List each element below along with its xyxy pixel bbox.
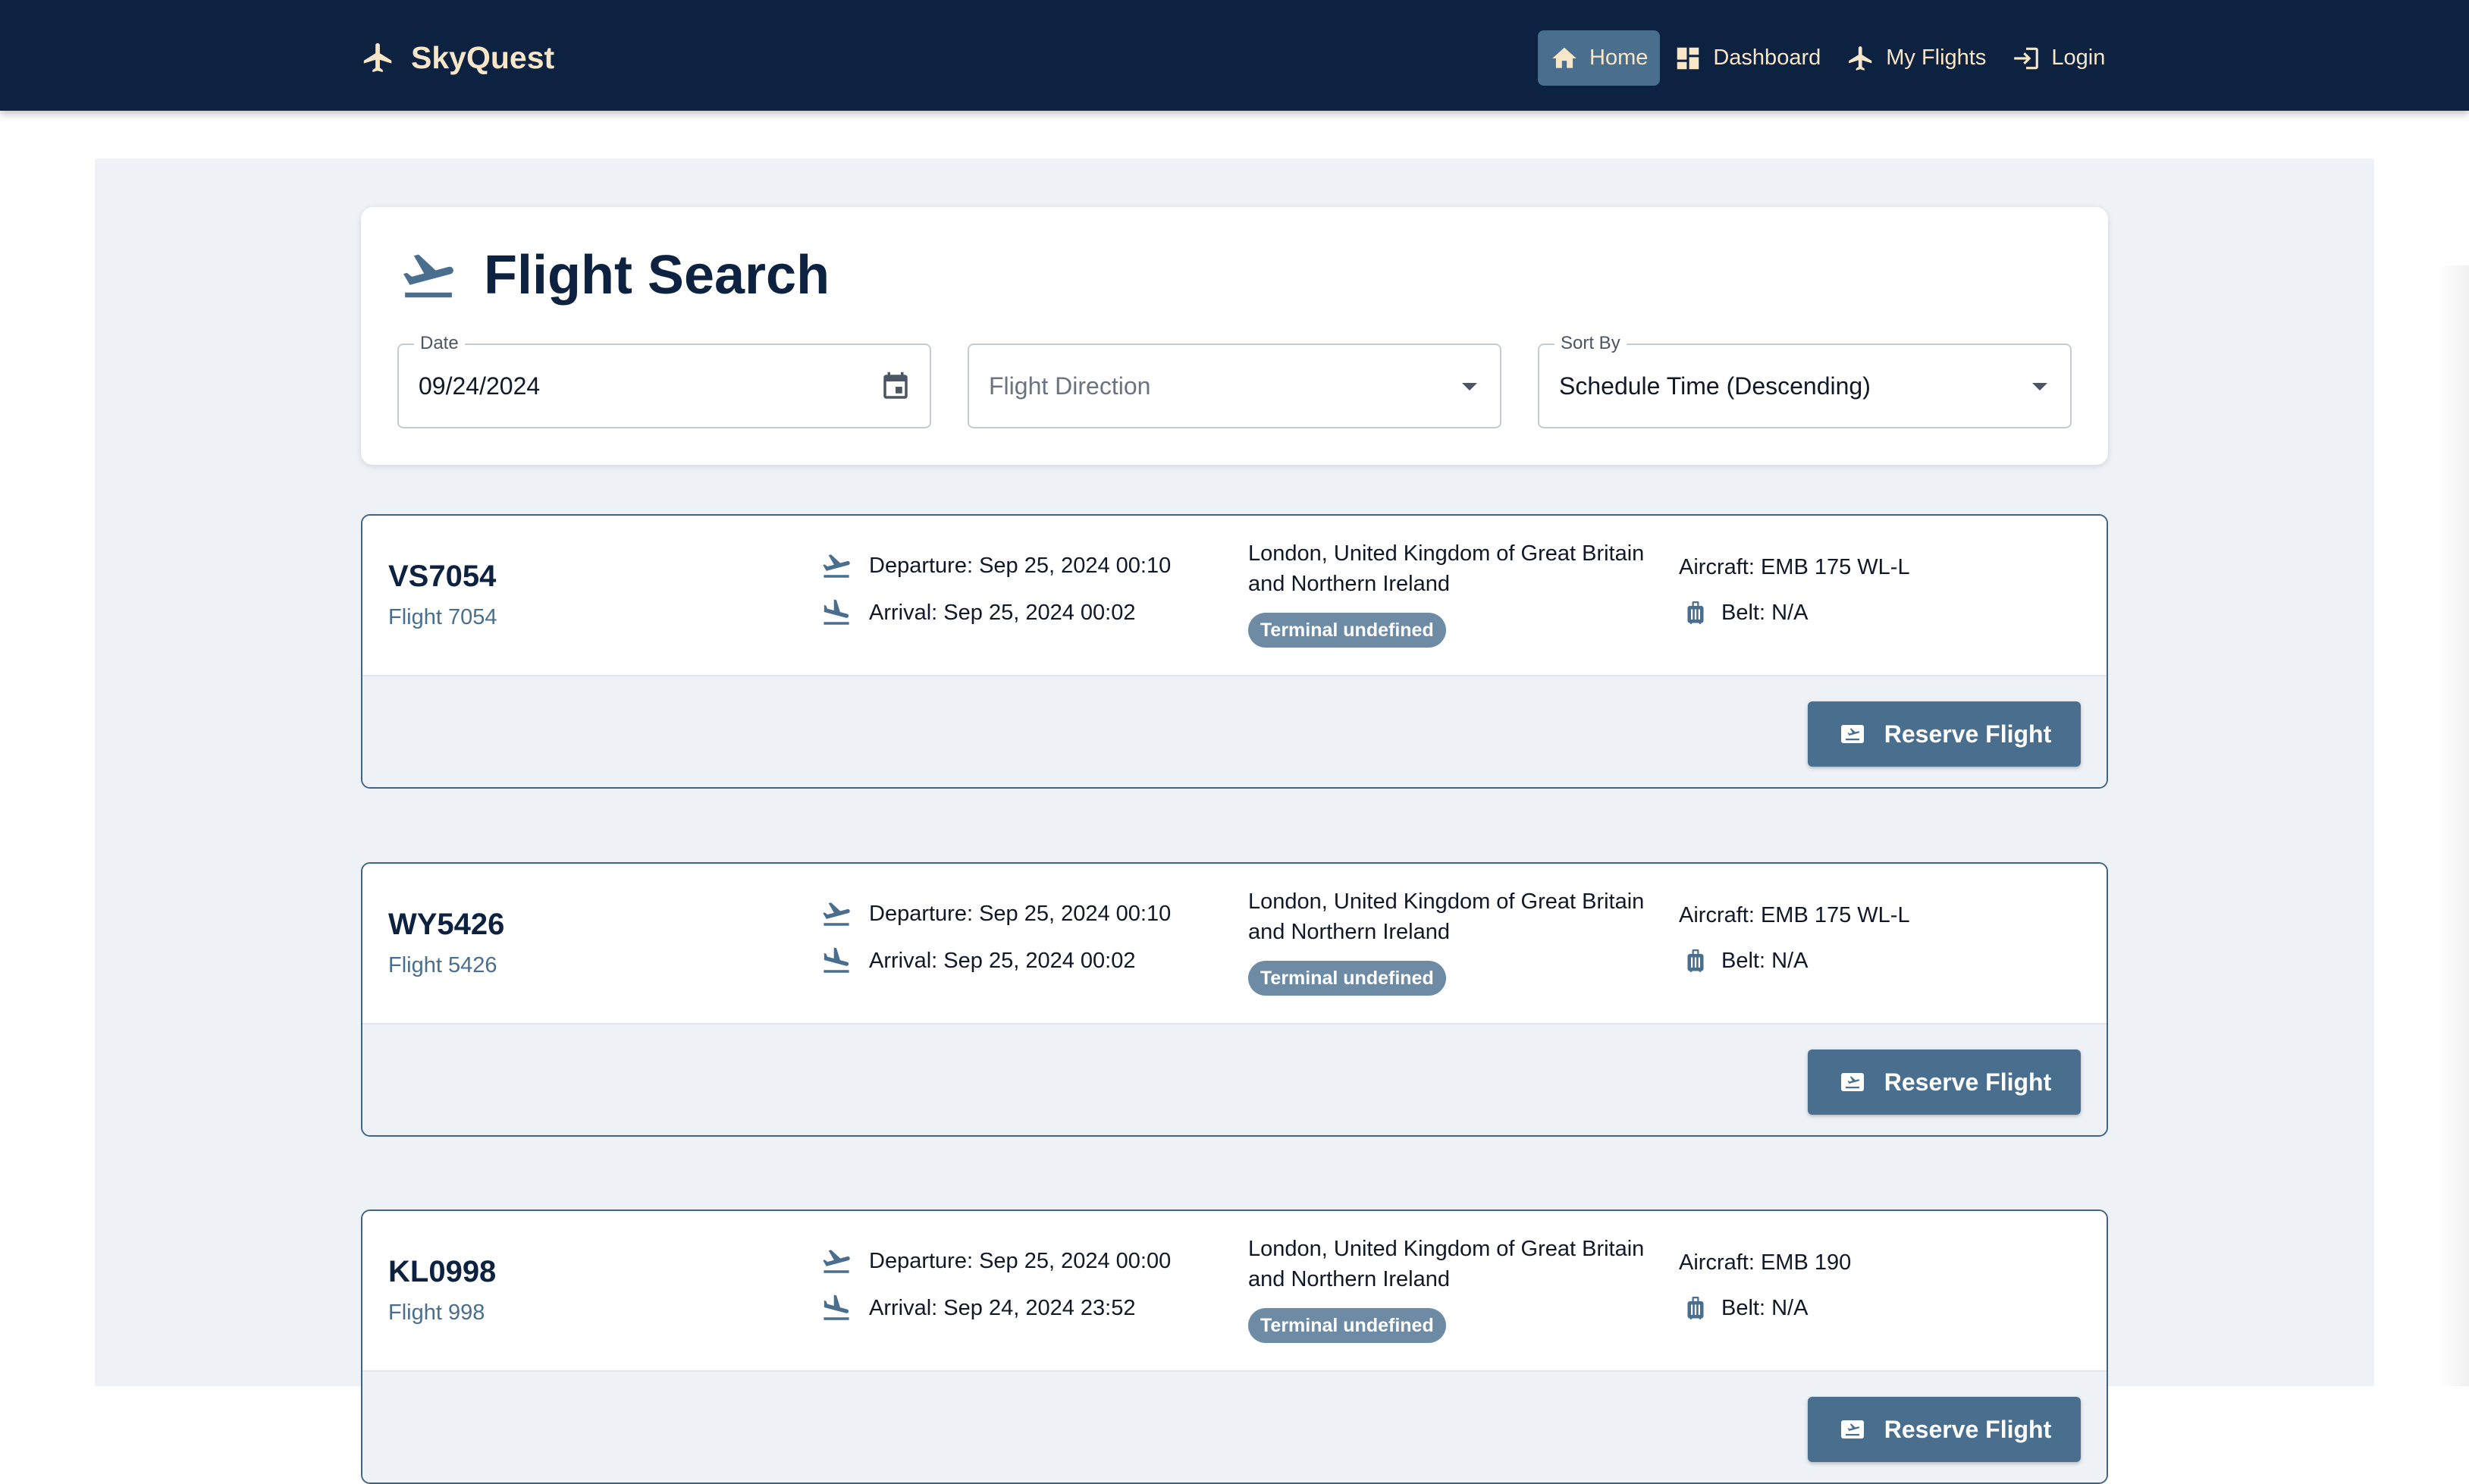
luggage-icon [1687,1297,1704,1319]
dashboard-icon [1677,47,1699,69]
flight-card-actions: Reserve Flight [362,675,2107,787]
departure-time: Departure: Sep 25, 2024 00:10 [869,553,1172,578]
flight-code: VS7054 [388,560,497,593]
luggage-icon [1687,601,1704,624]
main-nav: Home Dashboard My Flights Login [1538,30,2119,86]
page-title: Flight Search [399,237,830,313]
top-navbar: SkyQuest Home Dashboard My Flights Login [0,0,2469,111]
flight-number: Flight 7054 [388,605,497,629]
departure-row: Departure: Sep 25, 2024 00:00 [820,1244,1171,1278]
aircraft-type: Aircraft: EMB 175 WL-L [1679,555,1910,579]
brand-logo[interactable]: SkyQuest [361,35,554,80]
reserve-flight-label: Reserve Flight [1884,1415,2052,1443]
flight-land-icon [824,1294,849,1320]
reserve-flight-button[interactable]: Reserve Flight [1808,701,2081,767]
belt-row: Belt: N/A [1682,944,1808,977]
page-title-text: Flight Search [484,245,830,306]
brand-name: SkyQuest [411,39,555,75]
flight-direction-select[interactable]: Flight Direction [968,344,1501,428]
flight-card: KL0998 Flight 998 Departure: Sep 25, 202… [361,1209,2108,1484]
terminal-badge: Terminal undefined [1248,961,1446,996]
flight-code: WY5426 [388,908,505,941]
departure-time: Departure: Sep 25, 2024 00:00 [869,1248,1172,1273]
login-icon [2014,47,2039,69]
flight-land-icon [824,947,849,973]
flight-direction-placeholder: Flight Direction [989,372,1151,400]
flight-number: Flight 998 [388,1300,485,1325]
terminal-badge: Terminal undefined [1248,1308,1446,1343]
luggage-icon [1687,949,1704,972]
belt-info: Belt: N/A [1721,948,1809,973]
airplane-icon [1849,45,1872,71]
home-icon [1552,47,1576,68]
ticket-icon [1840,1073,1864,1091]
departure-row: Departure: Sep 25, 2024 00:10 [820,549,1171,582]
nav-dashboard-label: Dashboard [1713,45,1821,70]
flight-takeoff-icon [823,1250,850,1273]
arrival-time: Arrival: Sep 25, 2024 00:02 [869,948,1136,973]
destination-city: London, United Kingdom of Great Britain … [1248,889,1645,944]
reserve-flight-label: Reserve Flight [1884,720,2052,748]
arrival-row: Arrival: Sep 24, 2024 23:52 [820,1291,1135,1325]
aircraft-type: Aircraft: EMB 190 [1679,1250,1852,1275]
arrival-time: Arrival: Sep 25, 2024 00:02 [869,600,1136,625]
belt-row: Belt: N/A [1682,596,1808,629]
airplane-icon [363,42,392,73]
ticket-icon [1840,1420,1864,1439]
flight-card-actions: Reserve Flight [362,1370,2107,1482]
flight-takeoff-icon [823,554,850,578]
arrival-row: Arrival: Sep 25, 2024 00:02 [820,596,1135,629]
sort-by-value: Schedule Time (Descending) [1559,372,1871,400]
flight-card-details: WY5426 Flight 5426 Departure: Sep 25, 20… [362,864,2107,1023]
flight-takeoff-icon [823,902,850,926]
nav-home-label: Home [1589,45,1649,70]
chevron-down-icon [1462,383,1477,391]
nav-dashboard[interactable]: Dashboard [1661,30,1833,86]
terminal-badge: Terminal undefined [1248,613,1446,648]
flight-code: KL0998 [388,1255,497,1288]
departure-time: Departure: Sep 25, 2024 00:10 [869,901,1172,926]
flight-card: VS7054 Flight 7054 Departure: Sep 25, 20… [361,514,2108,789]
reserve-flight-button[interactable]: Reserve Flight [1808,1397,2081,1462]
nav-my-flights[interactable]: My Flights [1834,30,1998,86]
nav-home[interactable]: Home [1538,30,1661,86]
flight-takeoff-icon [403,254,453,298]
flight-card-details: VS7054 Flight 7054 Departure: Sep 25, 20… [362,516,2107,675]
belt-row: Belt: N/A [1682,1291,1808,1325]
flight-number: Flight 5426 [388,953,497,977]
flight-card: WY5426 Flight 5426 Departure: Sep 25, 20… [361,862,2108,1137]
flight-search-card: Flight Search Date 09/24/2024 Flight Dir… [361,207,2108,465]
nav-login-label: Login [2051,45,2106,70]
ticket-icon [1840,725,1864,743]
arrival-row: Arrival: Sep 25, 2024 00:02 [820,944,1135,977]
flight-card-actions: Reserve Flight [362,1023,2107,1135]
chevron-down-icon [2032,383,2047,391]
reserve-flight-button[interactable]: Reserve Flight [1808,1049,2081,1115]
flight-land-icon [824,599,849,625]
scroll-shadow [2439,265,2469,1386]
arrival-time: Arrival: Sep 24, 2024 23:52 [869,1295,1136,1320]
belt-info: Belt: N/A [1721,1295,1809,1320]
aircraft-type: Aircraft: EMB 175 WL-L [1679,903,1910,927]
flight-card-details: KL0998 Flight 998 Departure: Sep 25, 202… [362,1211,2107,1370]
nav-my-flights-label: My Flights [1886,45,1987,70]
date-field[interactable]: Date 09/24/2024 [397,333,931,428]
nav-login[interactable]: Login [2000,30,2117,86]
departure-row: Departure: Sep 25, 2024 00:10 [820,897,1171,930]
calendar-icon[interactable] [880,371,911,403]
destination-city: London, United Kingdom of Great Britain … [1248,1237,1645,1291]
date-value[interactable]: 09/24/2024 [419,345,540,427]
sort-by-select[interactable]: Sort By Schedule Time (Descending) [1538,333,2072,428]
belt-info: Belt: N/A [1721,600,1809,625]
reserve-flight-label: Reserve Flight [1884,1068,2052,1096]
destination-city: London, United Kingdom of Great Britain … [1248,541,1645,596]
